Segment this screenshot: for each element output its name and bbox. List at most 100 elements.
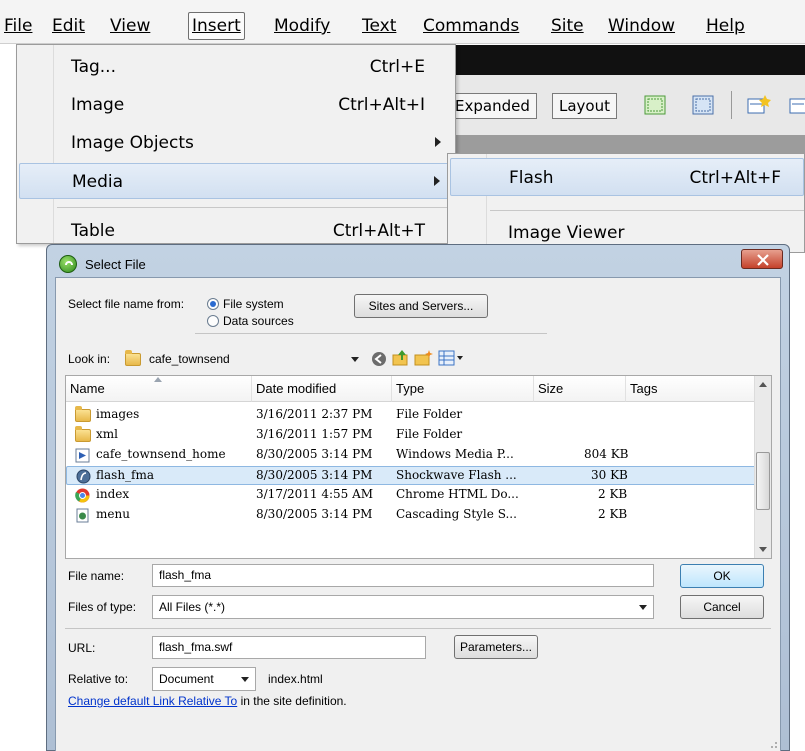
flash-file-icon bbox=[76, 469, 91, 484]
layout-table-icon[interactable] bbox=[788, 93, 805, 117]
close-button[interactable] bbox=[741, 249, 783, 269]
menu-view-label: View bbox=[110, 16, 151, 36]
chrome-icon bbox=[75, 488, 90, 503]
menu-site-label: Site bbox=[551, 16, 584, 36]
menu-commands-label: Commands bbox=[423, 16, 520, 36]
file-type: Cascading Style S... bbox=[396, 507, 517, 521]
menu-window[interactable]: Window bbox=[608, 14, 675, 38]
scroll-thumb[interactable] bbox=[756, 452, 770, 510]
column-header-date[interactable]: Date modified bbox=[252, 376, 392, 402]
divider bbox=[65, 628, 771, 629]
file-size: 30 KB bbox=[591, 468, 628, 482]
file-row-index[interactable]: index 3/17/2011 4:55 AM Chrome HTML Do..… bbox=[66, 486, 756, 505]
change-default-link[interactable]: Change default Link Relative To bbox=[68, 694, 237, 708]
media-submenu: Flash Ctrl+Alt+F Image Viewer bbox=[447, 153, 805, 253]
table-icon[interactable] bbox=[642, 93, 668, 117]
layer-icon[interactable] bbox=[690, 93, 716, 117]
link-relative-note: Change default Link Relative To in the s… bbox=[68, 694, 347, 708]
file-size: 2 KB bbox=[598, 507, 628, 521]
menu-separator bbox=[490, 210, 804, 211]
toolbar-gray-strip bbox=[440, 135, 805, 153]
file-name: images bbox=[96, 407, 140, 421]
toolbar-separator bbox=[731, 91, 732, 119]
link-suffix: in the site definition. bbox=[237, 694, 347, 708]
column-size-label: Size bbox=[538, 381, 564, 396]
file-row-cafe-townsend-home[interactable]: cafe_townsend_home 8/30/2005 3:14 PM Win… bbox=[66, 446, 756, 465]
menu-item-image-objects[interactable]: Image Objects bbox=[19, 125, 453, 161]
menu-edit[interactable]: Edit bbox=[52, 14, 85, 38]
file-row-menu[interactable]: menu 8/30/2005 3:14 PM Cascading Style S… bbox=[66, 506, 756, 525]
menu-site[interactable]: Site bbox=[551, 14, 584, 38]
url-input[interactable]: flash_fma.swf bbox=[152, 636, 426, 659]
file-row-xml[interactable]: xml 3/16/2011 1:57 PM File Folder bbox=[66, 426, 756, 445]
parameters-button[interactable]: Parameters... bbox=[454, 635, 538, 659]
menu-item-media[interactable]: Media bbox=[19, 163, 453, 199]
back-icon[interactable] bbox=[370, 350, 388, 368]
up-folder-icon[interactable] bbox=[392, 349, 410, 367]
menu-text[interactable]: Text bbox=[362, 14, 396, 38]
file-name-label: File name: bbox=[68, 569, 125, 583]
menu-item-label: Tag... bbox=[71, 57, 116, 77]
menu-text-label: Text bbox=[362, 16, 397, 36]
look-in-label: Look in: bbox=[68, 352, 111, 366]
file-list: Name Date modified Type Size Tags images… bbox=[65, 375, 772, 559]
menu-item-flash[interactable]: Flash Ctrl+Alt+F bbox=[450, 158, 804, 196]
menu-insert[interactable]: Insert bbox=[188, 12, 245, 40]
sites-and-servers-button[interactable]: Sites and Servers... bbox=[354, 294, 488, 318]
ok-button[interactable]: OK bbox=[680, 564, 764, 588]
submenu-arrow-icon bbox=[435, 137, 441, 147]
resize-grip-icon[interactable] bbox=[768, 739, 778, 749]
column-date-label: Date modified bbox=[256, 381, 337, 396]
menu-item-tag[interactable]: Tag... Ctrl+E bbox=[19, 49, 453, 85]
scroll-down-icon[interactable] bbox=[759, 547, 767, 552]
menu-item-shortcut: Ctrl+Alt+T bbox=[332, 221, 425, 241]
look-in-value: cafe_townsend bbox=[149, 352, 230, 366]
column-header-tags[interactable]: Tags bbox=[626, 376, 756, 402]
menu-modify-label: Modify bbox=[274, 16, 331, 36]
new-folder-icon[interactable] bbox=[414, 349, 434, 367]
scroll-up-icon[interactable] bbox=[759, 382, 767, 387]
column-name-label: Name bbox=[70, 381, 105, 396]
menu-modify[interactable]: Modify bbox=[274, 14, 330, 38]
folder-icon bbox=[75, 426, 91, 442]
file-type: Shockwave Flash ... bbox=[396, 468, 517, 482]
menu-separator bbox=[57, 207, 451, 208]
file-size: 2 KB bbox=[598, 487, 628, 501]
draw-layer-icon[interactable] bbox=[746, 93, 772, 117]
radio-data-sources[interactable] bbox=[207, 315, 219, 327]
menu-file[interactable]: File bbox=[4, 14, 32, 38]
relative-to-select[interactable]: Document bbox=[152, 667, 256, 691]
file-name-input[interactable]: flash_fma bbox=[152, 564, 654, 587]
file-type: Chrome HTML Do... bbox=[396, 487, 519, 501]
radio-data-sources-label: Data sources bbox=[223, 314, 294, 328]
dialog-title: Select File bbox=[85, 257, 146, 272]
file-name: index bbox=[96, 487, 130, 501]
radio-file-system[interactable] bbox=[207, 298, 219, 310]
view-menu-icon[interactable] bbox=[438, 349, 466, 367]
file-row-flash-fma[interactable]: flash_fma 8/30/2005 3:14 PM Shockwave Fl… bbox=[66, 466, 756, 485]
divider bbox=[195, 333, 547, 334]
file-type: File Folder bbox=[396, 427, 463, 441]
column-header-type[interactable]: Type bbox=[392, 376, 534, 402]
column-header-size[interactable]: Size bbox=[534, 376, 626, 402]
file-list-scrollbar[interactable] bbox=[754, 376, 771, 558]
menu-help[interactable]: Help bbox=[706, 14, 745, 38]
files-of-type-select[interactable]: All Files (*.*) bbox=[152, 595, 654, 619]
css-file-icon bbox=[76, 508, 89, 523]
file-name: flash_fma bbox=[96, 468, 155, 482]
menu-view[interactable]: View bbox=[110, 14, 150, 38]
cancel-button[interactable]: Cancel bbox=[680, 595, 764, 619]
menu-commands[interactable]: Commands bbox=[423, 14, 519, 38]
layout-button[interactable]: Layout bbox=[552, 93, 617, 119]
look-in-select[interactable]: cafe_townsend bbox=[118, 347, 366, 371]
menu-item-label: Image Viewer bbox=[508, 223, 625, 243]
menu-item-label: Flash bbox=[509, 168, 554, 188]
file-name: xml bbox=[96, 427, 118, 441]
file-name: cafe_townsend_home bbox=[96, 447, 226, 461]
menu-item-image[interactable]: Image Ctrl+Alt+I bbox=[19, 87, 453, 123]
expanded-button[interactable]: Expanded bbox=[448, 93, 537, 119]
file-type: File Folder bbox=[396, 407, 463, 421]
radio-file-system-label: File system bbox=[223, 297, 284, 311]
menu-bar: File Edit View Insert Modify Text Comman… bbox=[0, 0, 805, 44]
file-row-images[interactable]: images 3/16/2011 2:37 PM File Folder bbox=[66, 406, 756, 425]
